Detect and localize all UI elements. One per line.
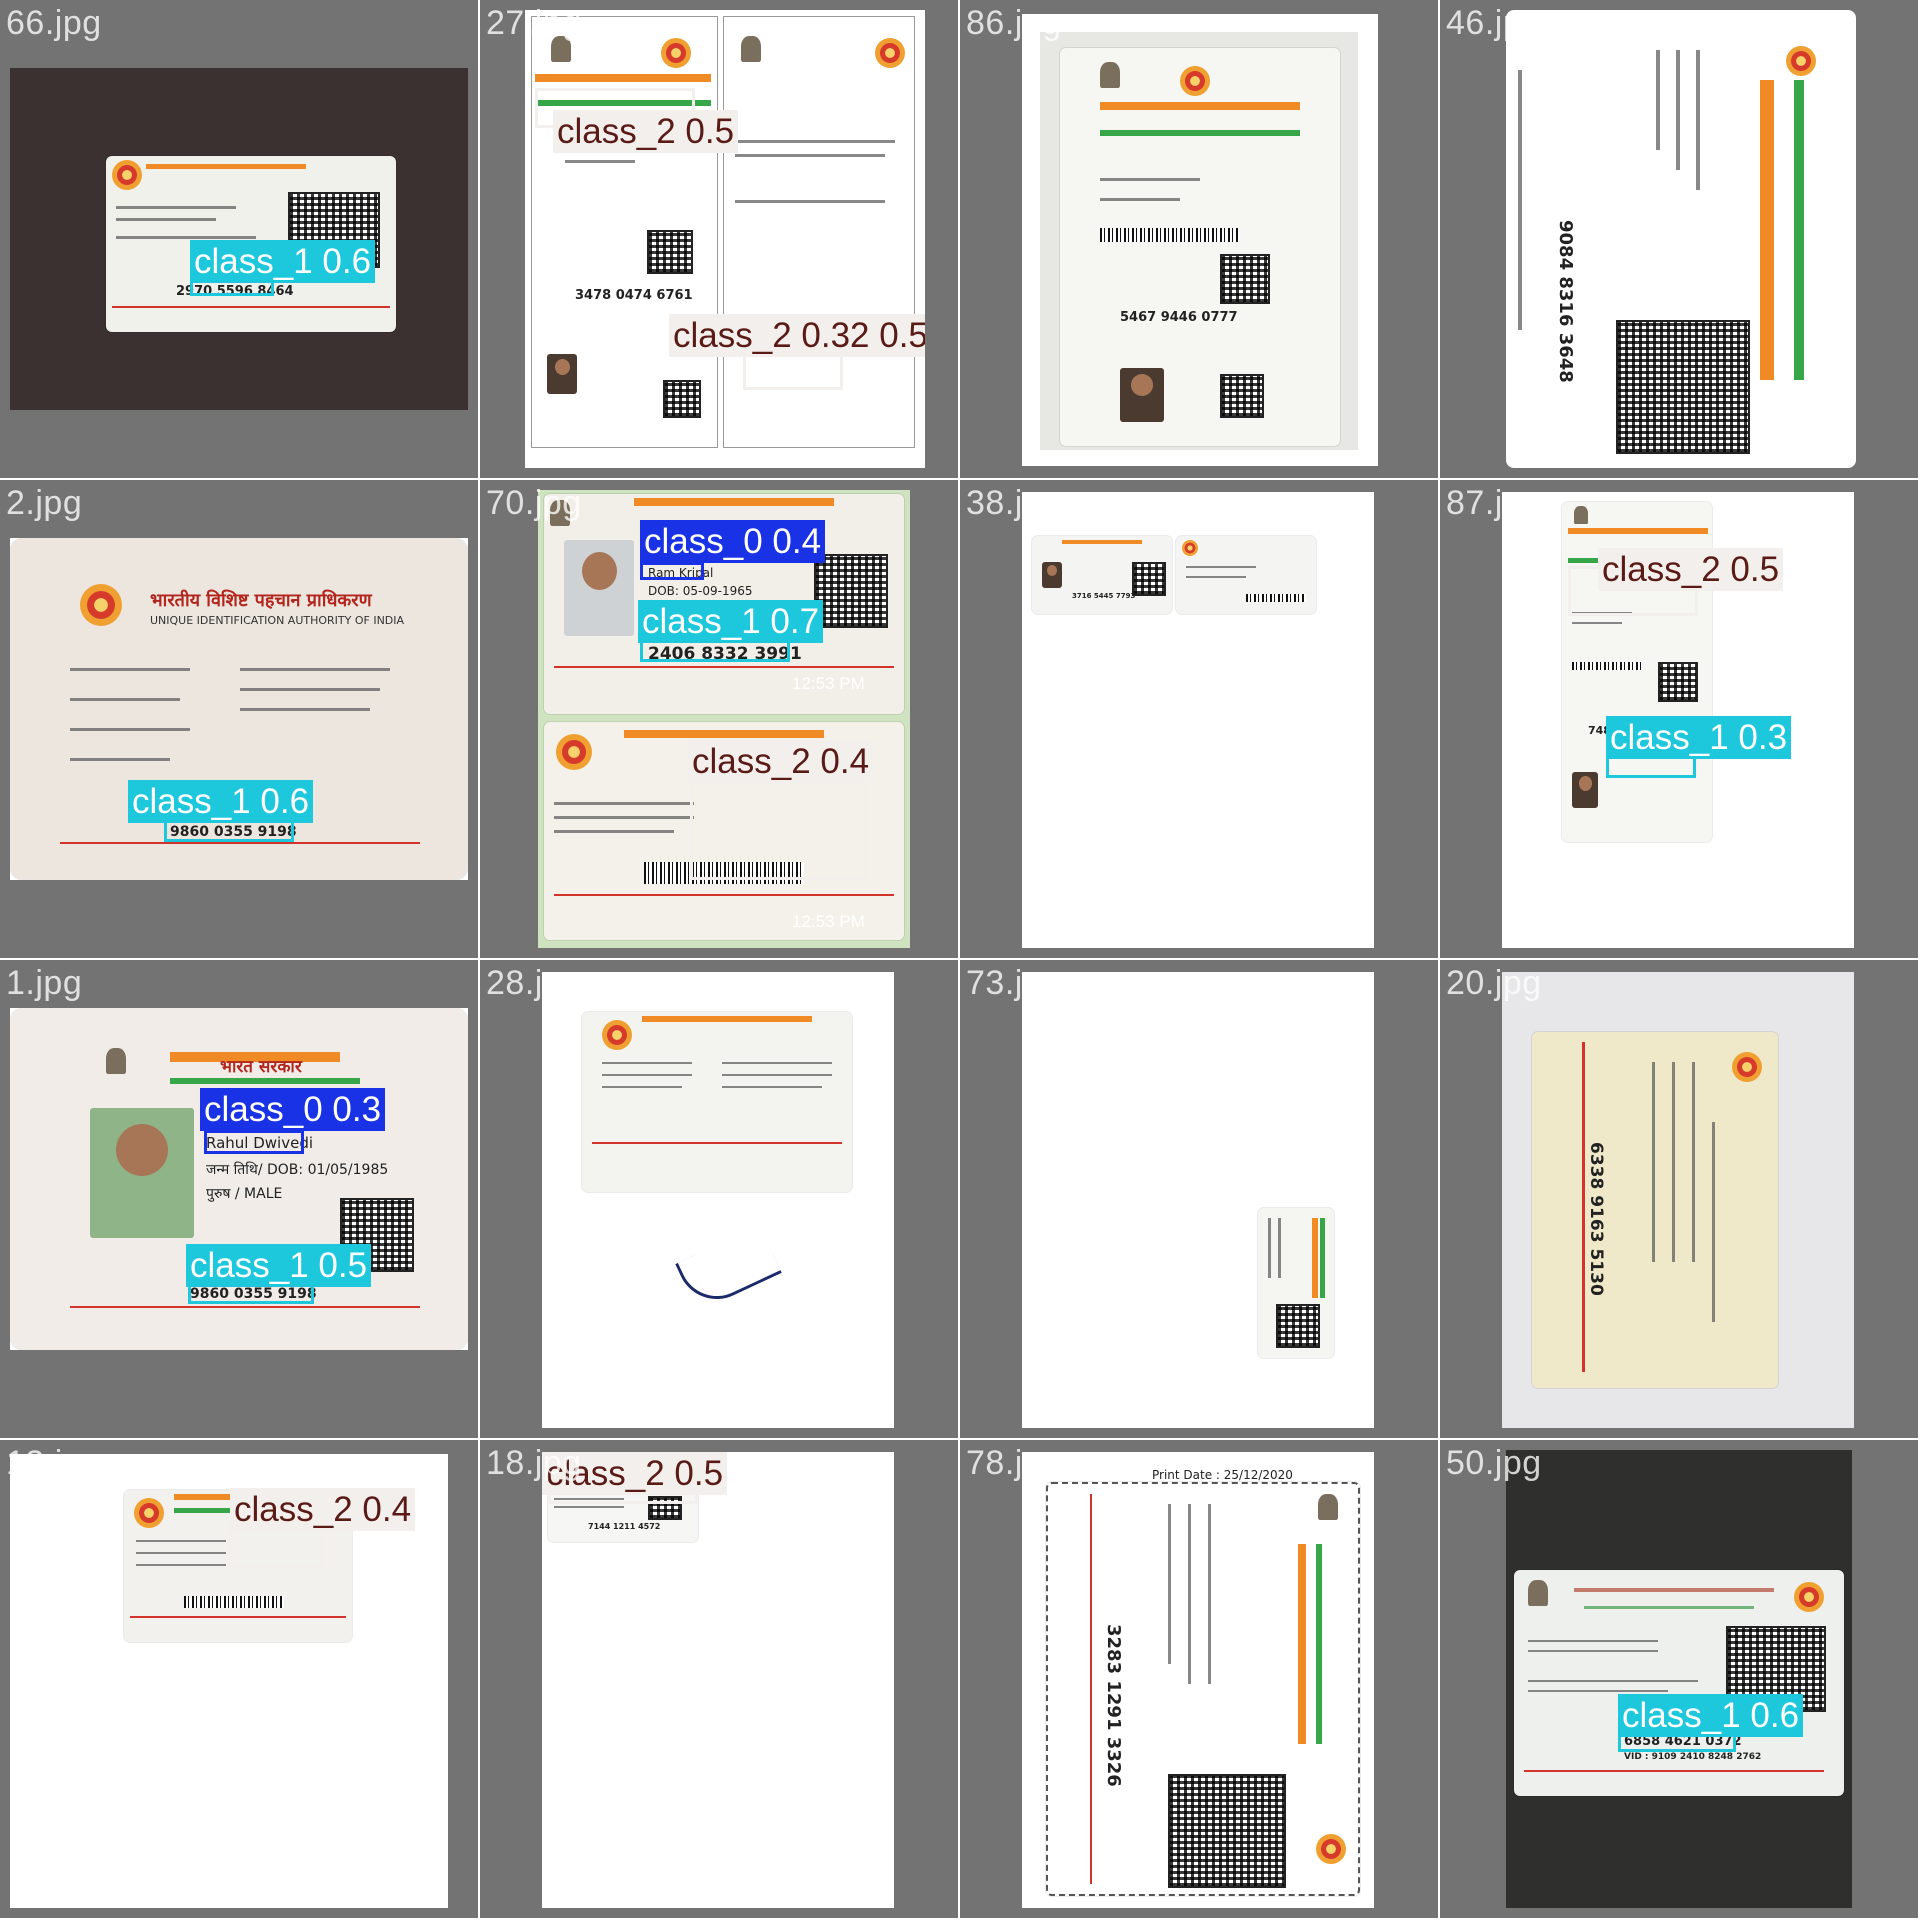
detection-label: class_1 0.6 [190, 240, 376, 283]
photo-20: 6338 9163 5130 [1502, 972, 1854, 1428]
timestamp: 12:53 PM [792, 912, 865, 931]
file-name: 28.jpg [486, 964, 582, 1002]
detection-label: class_2 0.5 [553, 110, 739, 153]
file-name: 2.jpg [6, 484, 83, 522]
tile-50[interactable]: 6858 4621 0372 VID : 9109 2410 8248 2762… [1440, 1440, 1920, 1920]
card-dob: जन्म तिथि/ DOB: 01/05/1985 [206, 1162, 389, 1178]
aadhaar-number: 3478 0474 6761 [575, 288, 693, 303]
card-gender: पुरुष / MALE [206, 1186, 283, 1202]
aadhaar-number: 5467 9446 0777 [1120, 310, 1238, 325]
card-dob: DOB: 05-09-1965 [648, 584, 753, 598]
photo-87: 7485 3087 3213 class_2 0.5 class_1 0.3 [1502, 492, 1854, 948]
tile-73[interactable]: 73.jpg [960, 960, 1440, 1440]
photo-18: 7144 1211 4572 class_2 0.5 [542, 1452, 894, 1908]
card-title: भारतीय विशिष्ट पहचान प्राधिकरण [150, 590, 372, 611]
file-name: 20.jpg [1446, 964, 1542, 1002]
file-name: 13.jpg [6, 1444, 102, 1482]
tile-46[interactable]: 9084 8316 3648 46.jpg [1440, 0, 1920, 480]
tile-20[interactable]: 6338 9163 5130 20.jpg [1440, 960, 1920, 1440]
id-card: 5467 9446 0777 [1060, 48, 1340, 446]
tile-78[interactable]: Print Date : 25/12/2020 3283 1291 3326 7… [960, 1440, 1440, 1920]
detection-label: class_1 0.7 [638, 600, 824, 643]
photo-86: 5467 9446 0777 [1022, 14, 1378, 466]
print-date: Print Date : 25/12/2020 [1152, 1468, 1293, 1482]
file-name: 27.jpg [486, 4, 582, 42]
detection-label: class_2 0.4 [688, 740, 874, 783]
id-card [1176, 536, 1316, 614]
photo-66: 2970 5596 8464 class_1 0.6 [10, 68, 468, 410]
photo-1: भारत सरकार Rahul Dwivedi जन्म तिथि/ DOB:… [10, 1008, 468, 1350]
aadhaar-number: 6338 9163 5130 [1586, 1142, 1606, 1296]
detection-label: class_1 0.6 [128, 780, 314, 823]
detection-box [1606, 756, 1696, 778]
photo-46: 9084 8316 3648 [1506, 10, 1856, 468]
tile-87[interactable]: 7485 3087 3213 class_2 0.5 class_1 0.3 8… [1440, 480, 1920, 960]
detection-box [640, 562, 704, 580]
detection-label: class_1 0.3 [1606, 716, 1792, 759]
detection-label: class_2 0.4 [230, 1488, 416, 1531]
file-name: 46.jpg [1446, 4, 1542, 42]
file-name: 87.jpg [1446, 484, 1542, 522]
card-title: भारत सरकार [220, 1057, 302, 1077]
aadhaar-number: 3283 1291 3326 [1103, 1624, 1124, 1787]
aadhaar-number: 3716 5445 7793 [1072, 592, 1136, 600]
id-card [1258, 1208, 1334, 1358]
tile-66[interactable]: 2970 5596 8464 class_1 0.6 66.jpg [0, 0, 480, 480]
photo-27: 3478 0474 6761 class_2 0.5 class_2 0.32 … [525, 10, 925, 468]
detection-box [164, 820, 294, 842]
file-name: 86.jpg [966, 4, 1062, 42]
id-card: 3283 1291 3326 [1046, 1482, 1360, 1896]
tile-27[interactable]: 3478 0474 6761 class_2 0.5 class_2 0.32 … [480, 0, 960, 480]
detection-label: class_2 0.32 0.5 [669, 314, 925, 357]
timestamp: 12:53 PM [792, 674, 865, 693]
file-name: 50.jpg [1446, 1444, 1542, 1482]
detection-label: class_2 0.5 [1598, 548, 1784, 591]
detection-box [204, 1130, 304, 1154]
detection-label: class_0 0.4 [640, 520, 826, 563]
tile-28[interactable]: 28.jpg [480, 960, 960, 1440]
photo-78: Print Date : 25/12/2020 3283 1291 3326 [1022, 1452, 1374, 1908]
photo-13: class_2 0.4 [10, 1454, 448, 1908]
file-name: 38.jpg [966, 484, 1062, 522]
photo-2: भारतीय विशिष्ट पहचान प्राधिकरण UNIQUE ID… [10, 538, 468, 880]
tile-18[interactable]: 7144 1211 4572 class_2 0.5 18.jpg [480, 1440, 960, 1920]
photo-70: Ram Kripal DOB: 05-09-1965 2406 8332 399… [538, 490, 910, 948]
detection-box [690, 782, 866, 880]
file-name: 1.jpg [6, 964, 83, 1002]
id-card: 3716 5445 7793 [1032, 536, 1172, 614]
id-card: 6858 4621 0372 VID : 9109 2410 8248 2762 [1514, 1570, 1844, 1796]
id-card: 6338 9163 5130 [1532, 1032, 1778, 1388]
file-name: 70.jpg [486, 484, 582, 522]
photo-73 [1022, 972, 1374, 1428]
tile-86[interactable]: 5467 9446 0777 86.jpg [960, 0, 1440, 480]
card-subtitle: UNIQUE IDENTIFICATION AUTHORITY OF INDIA [150, 614, 405, 627]
photo-28 [542, 972, 894, 1428]
photo-38: 3716 5445 7793 [1022, 492, 1374, 948]
id-card [582, 1012, 852, 1192]
aadhaar-number: 7144 1211 4572 [588, 1522, 661, 1531]
tile-1[interactable]: भारत सरकार Rahul Dwivedi जन्म तिथि/ DOB:… [0, 960, 480, 1440]
detection-grid: 2970 5596 8464 class_1 0.6 66.jpg 3478 0… [0, 0, 1920, 1920]
file-name: 66.jpg [6, 4, 102, 42]
aadhaar-number: 9084 8316 3648 [1555, 220, 1576, 383]
file-name: 18.jpg [486, 1444, 582, 1482]
tile-2[interactable]: भारतीय विशिष्ट पहचान प्राधिकरण UNIQUE ID… [0, 480, 480, 960]
tile-70[interactable]: Ram Kripal DOB: 05-09-1965 2406 8332 399… [480, 480, 960, 960]
photo-50: 6858 4621 0372 VID : 9109 2410 8248 2762… [1506, 1450, 1852, 1908]
detection-label: class_1 0.6 [1618, 1694, 1804, 1737]
file-name: 78.jpg [966, 1444, 1062, 1482]
detection-label: class_0 0.3 [200, 1088, 386, 1131]
vid-number: VID : 9109 2410 8248 2762 [1624, 1752, 1762, 1762]
tile-13[interactable]: class_2 0.4 13.jpg [0, 1440, 480, 1920]
tile-38[interactable]: 3716 5445 7793 38.jpg [960, 480, 1440, 960]
signature [675, 1224, 782, 1313]
detection-label: class_1 0.5 [186, 1244, 372, 1287]
file-name: 73.jpg [966, 964, 1062, 1002]
